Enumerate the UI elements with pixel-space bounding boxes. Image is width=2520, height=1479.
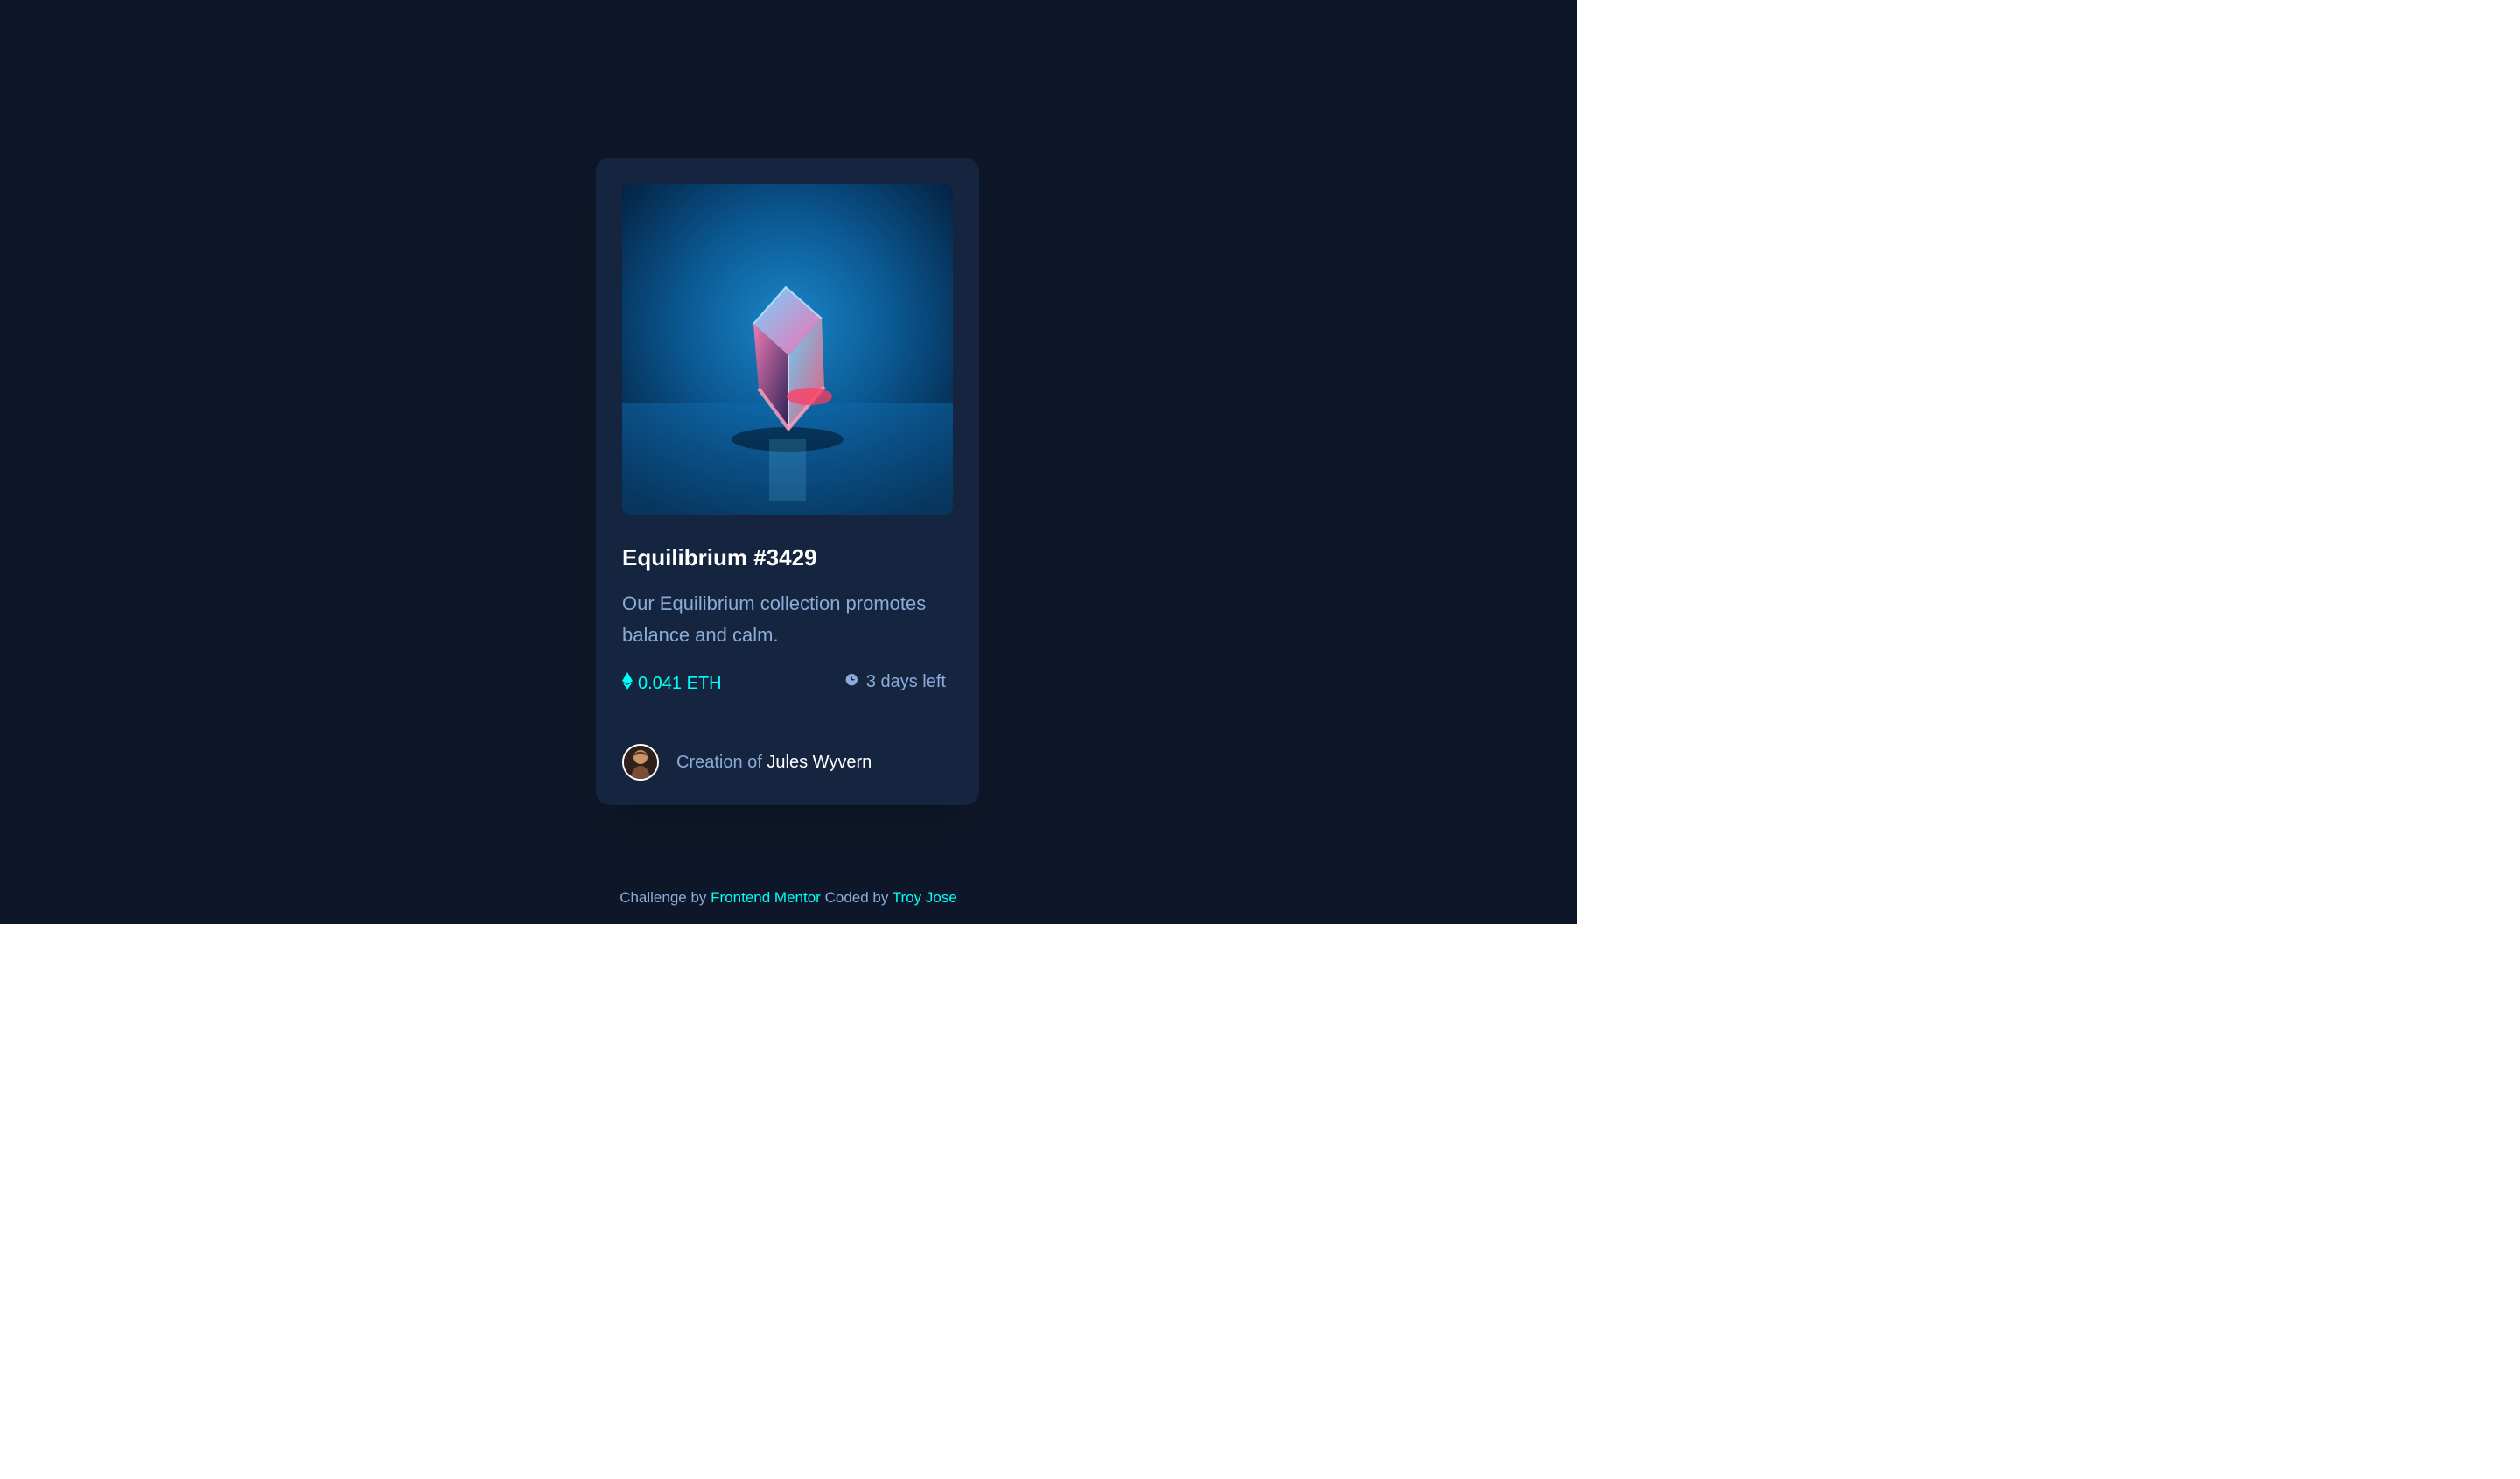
- challenge-prefix: Challenge by: [620, 889, 707, 906]
- creator-label: Creation of: [676, 752, 762, 772]
- coded-prefix: Coded by: [824, 889, 889, 906]
- attribution: Challenge by Frontend Mentor Coded by Tr…: [0, 889, 1577, 907]
- price-display: 0.041 ETH: [622, 672, 722, 695]
- clock-icon: [844, 672, 859, 692]
- nft-title[interactable]: Equilibrium #3429: [622, 544, 817, 571]
- nft-description: Our Equilibrium collection promotes bala…: [622, 592, 927, 646]
- time-left-value: 3 days left: [865, 672, 946, 691]
- nft-card: Equilibrium #3429 Our Equilibrium collec…: [596, 158, 979, 805]
- nft-image[interactable]: [622, 184, 953, 515]
- creator-avatar: [622, 744, 659, 781]
- frontend-mentor-link[interactable]: Frontend Mentor: [710, 889, 821, 906]
- price-value: 0.041 ETH: [638, 673, 722, 693]
- nft-stats: 0.041 ETH 3 days left: [622, 672, 946, 698]
- time-remaining: 3 days left: [844, 672, 946, 692]
- author-link[interactable]: Troy Jose: [892, 889, 957, 906]
- ethereum-icon: [622, 672, 633, 695]
- creator-row: Creation of Jules Wyvern: [622, 744, 872, 781]
- creator-name-link[interactable]: Jules Wyvern: [766, 753, 872, 772]
